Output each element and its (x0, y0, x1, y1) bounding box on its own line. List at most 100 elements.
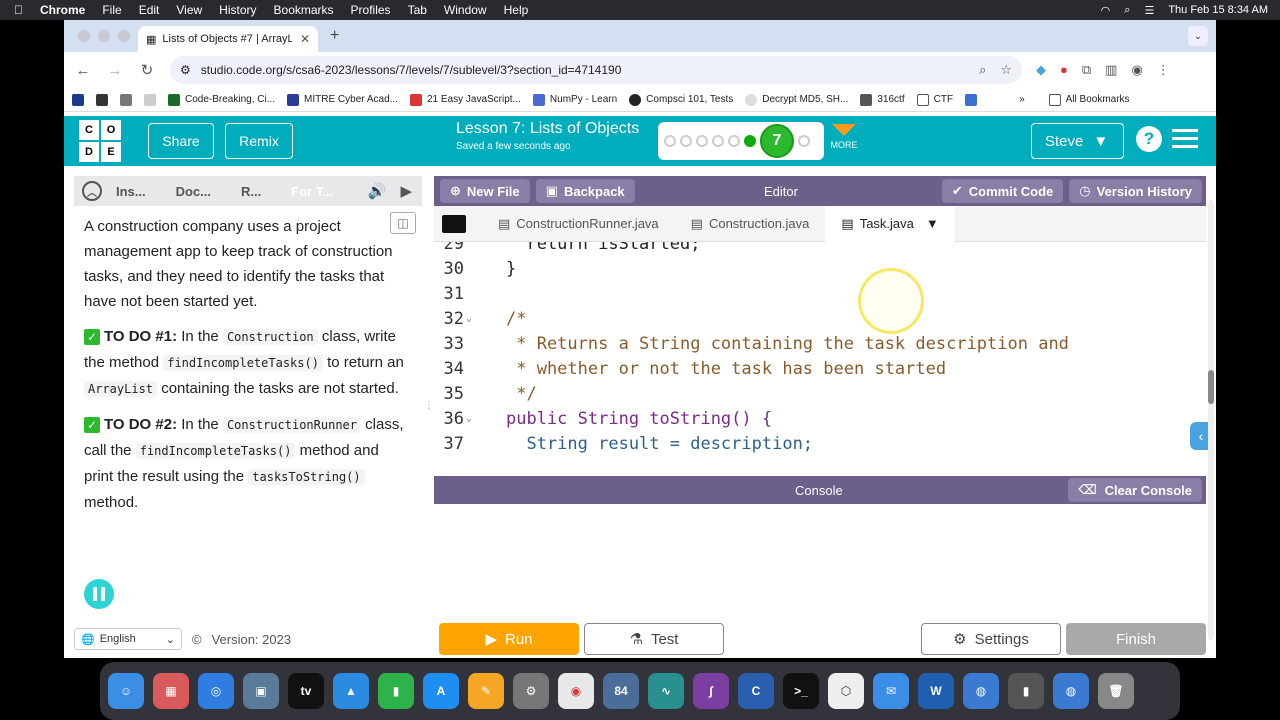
extension-icon[interactable]: ◆ (1036, 62, 1046, 78)
tab-instructions[interactable]: Ins... (116, 184, 146, 199)
apple-tv-icon[interactable]: tv (288, 673, 324, 709)
bookmarks-overflow-icon[interactable]: » (1019, 94, 1025, 105)
level-dot[interactable] (728, 135, 740, 147)
bookmark-cs[interactable] (965, 93, 978, 106)
code-line[interactable]: 31 (434, 281, 1206, 306)
text-to-speech-icon[interactable]: ◫ (390, 212, 416, 234)
trash-icon[interactable]: 🗑 (1098, 673, 1134, 709)
page-scrollbar[interactable] (1208, 200, 1214, 640)
menu-file[interactable]: File (102, 3, 121, 17)
browser-tab-active[interactable]: ▦ Lists of Objects #7 | ArrayList ✕ (138, 26, 318, 52)
code-editor[interactable]: 29 return isStarted; 30} 31 32 ⌄/* 33 * R… (434, 242, 1206, 460)
bookmark-1[interactable]: MITRE Cyber Acad... (287, 93, 398, 106)
site-info-icon[interactable]: ⚙ (180, 63, 191, 77)
reload-icon[interactable]: ↻ (138, 61, 156, 79)
collapse-icon[interactable]: ︿ (82, 181, 102, 201)
menu-app-name[interactable]: Chrome (40, 3, 85, 17)
tab-for-teachers[interactable]: For T... (291, 184, 333, 199)
code-line[interactable]: 30} (434, 256, 1206, 281)
app-store-icon[interactable]: A (423, 673, 459, 709)
close-tab-icon[interactable]: ✕ (300, 32, 310, 46)
user-menu[interactable]: Steve ▼ (1031, 123, 1124, 159)
safari-icon[interactable]: ◎ (198, 673, 234, 709)
menu-view[interactable]: View (176, 3, 202, 17)
profile-avatar-icon[interactable]: ◉ (1131, 62, 1142, 78)
play-icon[interactable]: ▶ (400, 182, 412, 200)
chrome-icon[interactable]: ◉ (558, 673, 594, 709)
extensions-puzzle-icon[interactable]: ⧉ (1082, 62, 1091, 78)
tab-resources[interactable]: R... (241, 184, 261, 199)
forward-icon[interactable]: → (106, 62, 124, 79)
level-dot-complete[interactable] (744, 135, 756, 147)
level-dot[interactable] (680, 135, 692, 147)
bookmark-star-icon[interactable]: ☆ (1000, 62, 1012, 78)
remix-button[interactable]: Remix (225, 123, 293, 159)
level-dot[interactable] (712, 135, 724, 147)
preview-icon[interactable]: ▣ (243, 673, 279, 709)
folder-icon[interactable] (442, 214, 466, 233)
menu-help[interactable]: Help (504, 3, 529, 17)
c-app-icon[interactable]: C (738, 673, 774, 709)
speaker-icon[interactable]: 🔊 (368, 182, 387, 200)
level-dot[interactable] (798, 135, 810, 147)
bookmark-sis[interactable] (72, 93, 84, 106)
finish-button[interactable]: Finish (1066, 623, 1206, 655)
new-tab-icon[interactable]: + (330, 27, 339, 45)
system-settings-icon[interactable]: ⚙ (513, 673, 549, 709)
pause-button[interactable] (84, 579, 114, 609)
test-button[interactable]: ⚗ Test (584, 623, 724, 655)
code-logo[interactable]: CO DE (79, 120, 123, 162)
code-line[interactable]: 35 */ (434, 381, 1206, 406)
tab-search-icon[interactable]: ⌄ (1188, 26, 1208, 46)
keynote-icon[interactable]: ▲ (333, 673, 369, 709)
current-level-bubble[interactable]: 7 (760, 124, 794, 158)
search-icon[interactable]: ⌕ (1124, 4, 1130, 17)
close-window-icon[interactable] (78, 30, 90, 42)
apple-icon[interactable]:  (14, 3, 23, 17)
minimize-window-icon[interactable] (98, 30, 110, 42)
copyright-icon[interactable]: © (192, 632, 202, 647)
clock[interactable]: Thu Feb 15 8:34 AM (1168, 4, 1268, 16)
tab-construction-runner[interactable]: ▤ ConstructionRunner.java (482, 206, 675, 242)
code-line[interactable]: 32 ⌄/* (434, 306, 1206, 331)
bookmark-2[interactable]: 21 Easy JavaScript... (409, 93, 521, 106)
chevron-down-icon[interactable]: ▼ (926, 216, 939, 231)
cas-icon[interactable]: ∿ (648, 673, 684, 709)
code-line[interactable]: 33 * Returns a String containing the tas… (434, 331, 1206, 356)
menu-window[interactable]: Window (444, 3, 487, 17)
helper-app-2-icon[interactable]: ◍ (1053, 673, 1089, 709)
maximize-window-icon[interactable] (118, 30, 130, 42)
level-dot[interactable] (696, 135, 708, 147)
geogebra-icon[interactable]: ⬡ (828, 673, 864, 709)
settings-button[interactable]: ⚙ Settings (921, 623, 1061, 655)
control-center-icon[interactable]: ☰ (1144, 4, 1154, 17)
code-line[interactable]: 29 return isStarted; (434, 242, 1206, 256)
bookmark-5[interactable]: Decrypt MD5, SH... (745, 93, 848, 106)
more-levels[interactable]: MORE (829, 122, 859, 150)
integral-icon[interactable]: ∫ (693, 673, 729, 709)
all-bookmarks[interactable]: All Bookmarks (1048, 93, 1130, 106)
word-icon[interactable]: W (918, 673, 954, 709)
level-dot[interactable] (664, 135, 676, 147)
clear-console-button[interactable]: ⌫ Clear Console (1068, 478, 1202, 502)
backpack-button[interactable]: ▣ Backpack (535, 179, 635, 203)
numbers-icon[interactable]: ▮ (378, 673, 414, 709)
language-select[interactable]: 🌐 English ⌄ (74, 628, 182, 650)
tab-construction[interactable]: ▤ Construction.java (675, 206, 826, 242)
bookmark-7[interactable]: CTF (916, 93, 953, 106)
help-button[interactable]: ? (1136, 126, 1162, 152)
share-button[interactable]: Share (148, 123, 214, 159)
console-output[interactable] (434, 504, 1206, 620)
menu-profiles[interactable]: Profiles (351, 3, 391, 17)
menu-tab[interactable]: Tab (408, 3, 427, 17)
fold-icon[interactable]: ⌄ (466, 413, 478, 424)
fold-icon[interactable]: ⌄ (466, 313, 478, 324)
finder-icon[interactable]: ☺ (108, 673, 144, 709)
bookmark-shield[interactable] (120, 93, 132, 106)
commit-code-button[interactable]: ✔ Commit Code (941, 179, 1064, 203)
menu-history[interactable]: History (219, 3, 256, 17)
url-text[interactable]: studio.code.org/s/csa6-2023/lessons/7/le… (201, 63, 622, 77)
bookmark-0[interactable]: Code-Breaking, Ci... (168, 93, 275, 106)
panel-resize-handle[interactable]: ⋮ (424, 400, 434, 411)
sidebar-icon[interactable]: ▥ (1105, 62, 1117, 78)
